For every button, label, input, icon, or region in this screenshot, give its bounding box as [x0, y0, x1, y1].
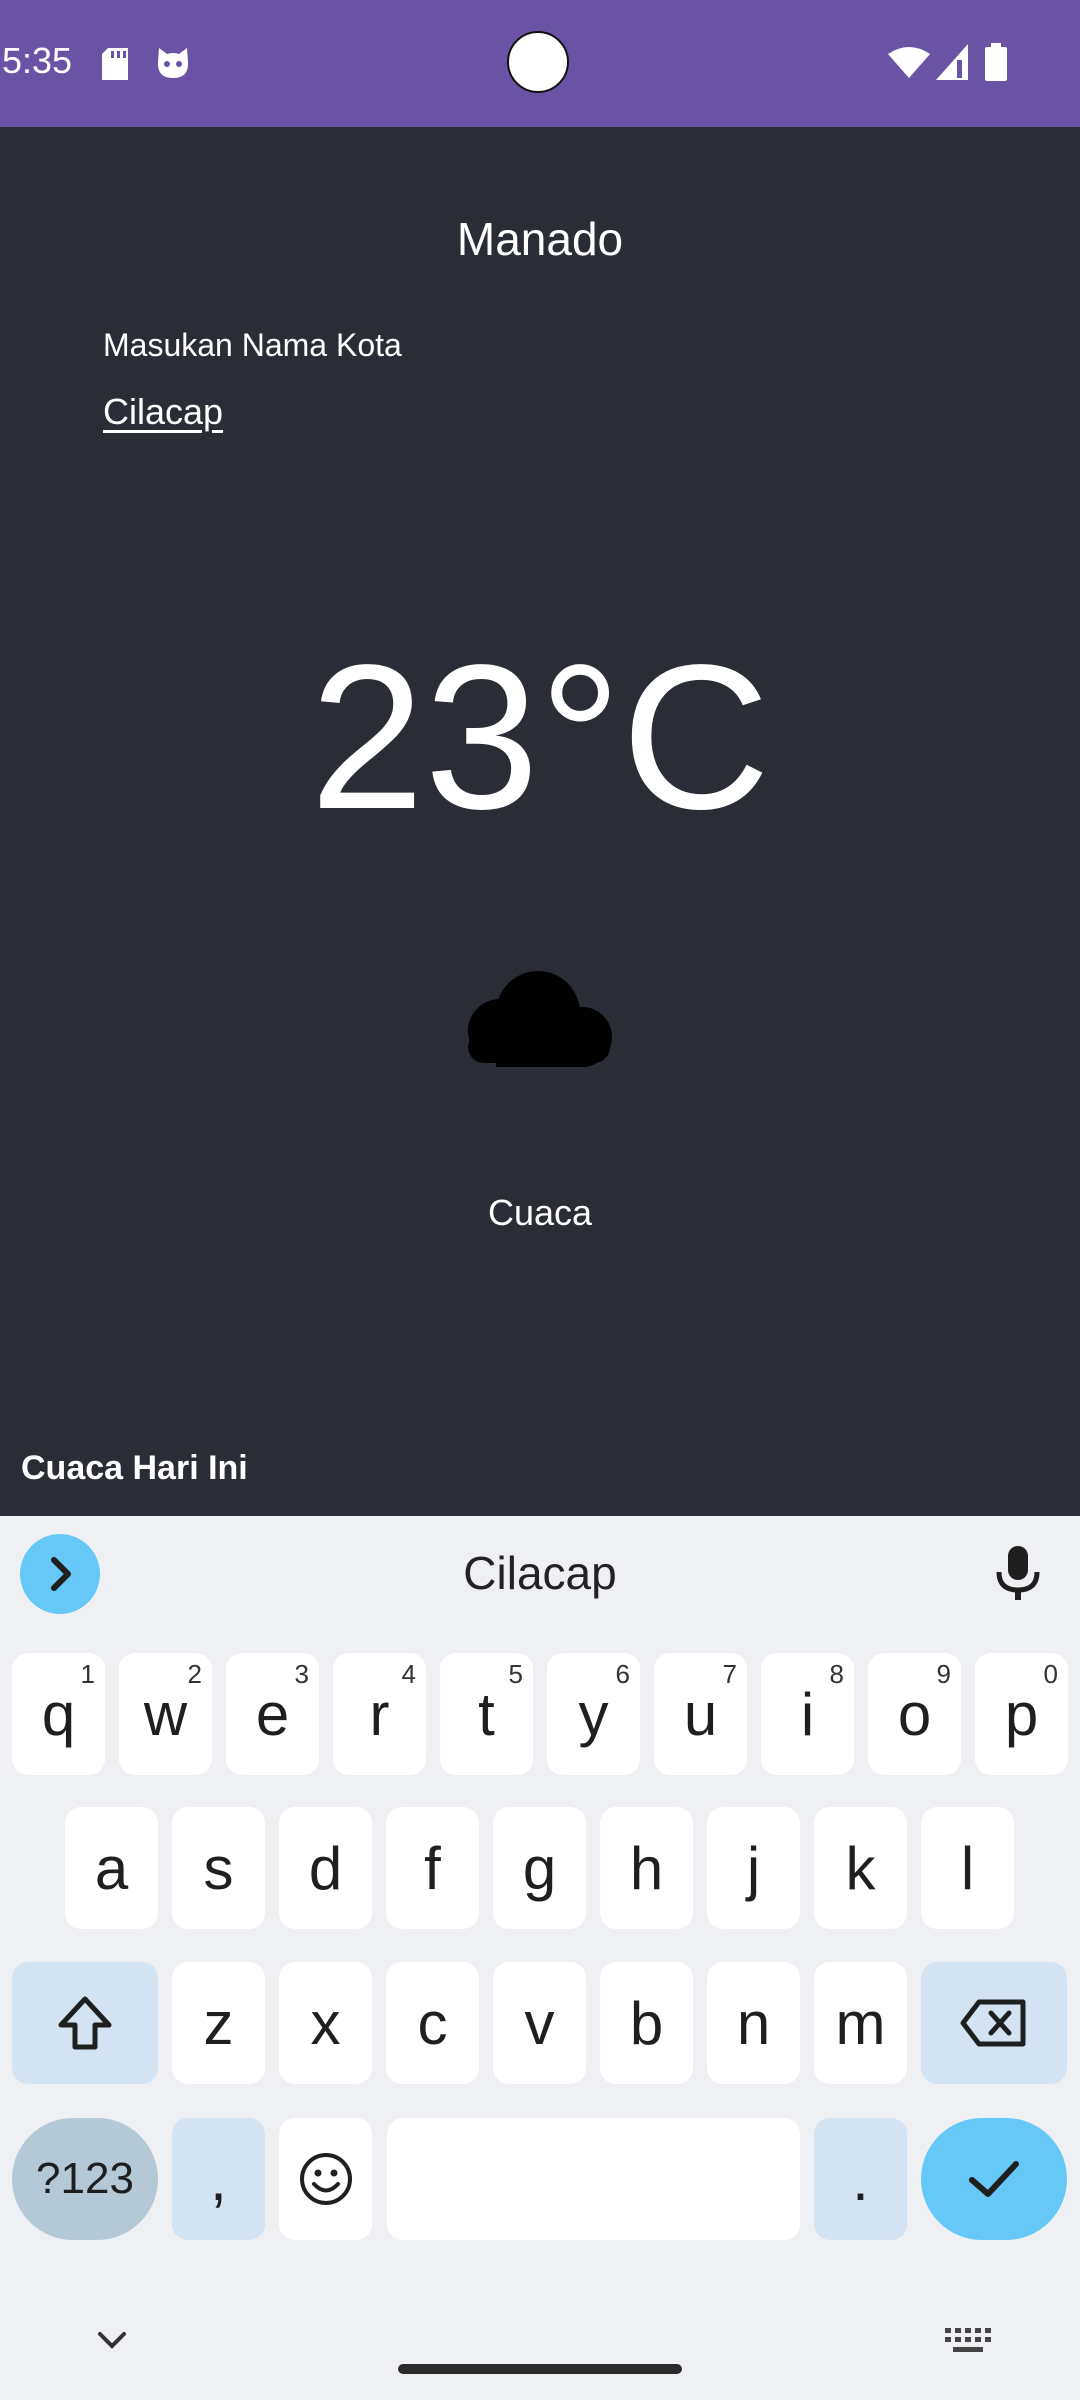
checkmark-icon — [969, 2161, 1019, 2197]
key-e[interactable]: e3 — [226, 1653, 319, 1775]
city-input-label: Masukan Nama Kota — [103, 327, 402, 363]
key-t[interactable]: t5 — [440, 1653, 533, 1775]
key-y[interactable]: y6 — [547, 1653, 640, 1775]
temperature: 23°C — [309, 622, 771, 852]
keyboard-switch-icon[interactable] — [945, 2328, 991, 2354]
emoji-icon — [299, 2153, 352, 2205]
sd-card-icon — [102, 48, 128, 80]
weather-app: Manado Masukan Nama Kota Cilacap 23°C Cu… — [0, 127, 1080, 1516]
space-bar[interactable] — [387, 2118, 800, 2240]
signal-icon — [936, 44, 968, 80]
key-z[interactable]: z — [172, 1962, 265, 2084]
city-name: Manado — [456, 213, 624, 265]
section-title: Cuaca Hari Ini — [21, 1449, 248, 1487]
key-c[interactable]: c — [386, 1962, 479, 2084]
key-b[interactable]: b — [600, 1962, 693, 2084]
key-r[interactable]: r4 — [333, 1653, 426, 1775]
key-g[interactable]: g — [493, 1807, 586, 1929]
emoji-key[interactable] — [279, 2118, 372, 2240]
cloud-icon — [468, 971, 612, 1067]
shift-icon — [58, 1996, 112, 2050]
cat-face-icon — [157, 48, 189, 78]
navigation-handle[interactable] — [398, 2364, 682, 2374]
done-key[interactable] — [921, 2118, 1067, 2240]
key-w[interactable]: w2 — [119, 1653, 212, 1775]
on-screen-keyboard: Cilacap q1 w2 e3 r4 t5 y6 u7 i8 o9 p0 a … — [0, 1516, 1080, 2400]
hide-keyboard-icon[interactable] — [94, 2328, 130, 2352]
word-suggestion[interactable]: Cilacap — [0, 1546, 1080, 1600]
key-m[interactable]: m — [814, 1962, 907, 2084]
microphone-icon[interactable] — [995, 1546, 1041, 1602]
city-input[interactable]: Cilacap — [103, 391, 223, 433]
key-q[interactable]: q1 — [12, 1653, 105, 1775]
shift-key[interactable] — [12, 1962, 158, 2084]
key-d[interactable]: d — [279, 1807, 372, 1929]
key-i[interactable]: i8 — [761, 1653, 854, 1775]
symbols-key[interactable]: ?123 — [12, 2118, 158, 2240]
key-p[interactable]: p0 — [975, 1653, 1068, 1775]
key-x[interactable]: x — [279, 1962, 372, 2084]
wifi-icon — [888, 47, 930, 78]
backspace-key[interactable] — [921, 1962, 1067, 2084]
key-a[interactable]: a — [65, 1807, 158, 1929]
front-camera — [507, 31, 569, 93]
weather-description: Cuaca — [487, 1192, 593, 1233]
key-o[interactable]: o9 — [868, 1653, 961, 1775]
key-f[interactable]: f — [386, 1807, 479, 1929]
status-time: 5:35 — [2, 40, 73, 81]
key-l[interactable]: l — [921, 1807, 1014, 1929]
key-s[interactable]: s — [172, 1807, 265, 1929]
key-k[interactable]: k — [814, 1807, 907, 1929]
battery-icon — [985, 43, 1007, 81]
key-n[interactable]: n — [707, 1962, 800, 2084]
backspace-icon — [960, 1999, 1026, 2047]
key-u[interactable]: u7 — [654, 1653, 747, 1775]
key-j[interactable]: j — [707, 1807, 800, 1929]
status-bar: 5:35 — [0, 0, 1080, 127]
period-key[interactable]: . — [814, 2118, 907, 2240]
key-h[interactable]: h — [600, 1807, 693, 1929]
key-v[interactable]: v — [493, 1962, 586, 2084]
comma-key[interactable]: , — [172, 2118, 265, 2240]
